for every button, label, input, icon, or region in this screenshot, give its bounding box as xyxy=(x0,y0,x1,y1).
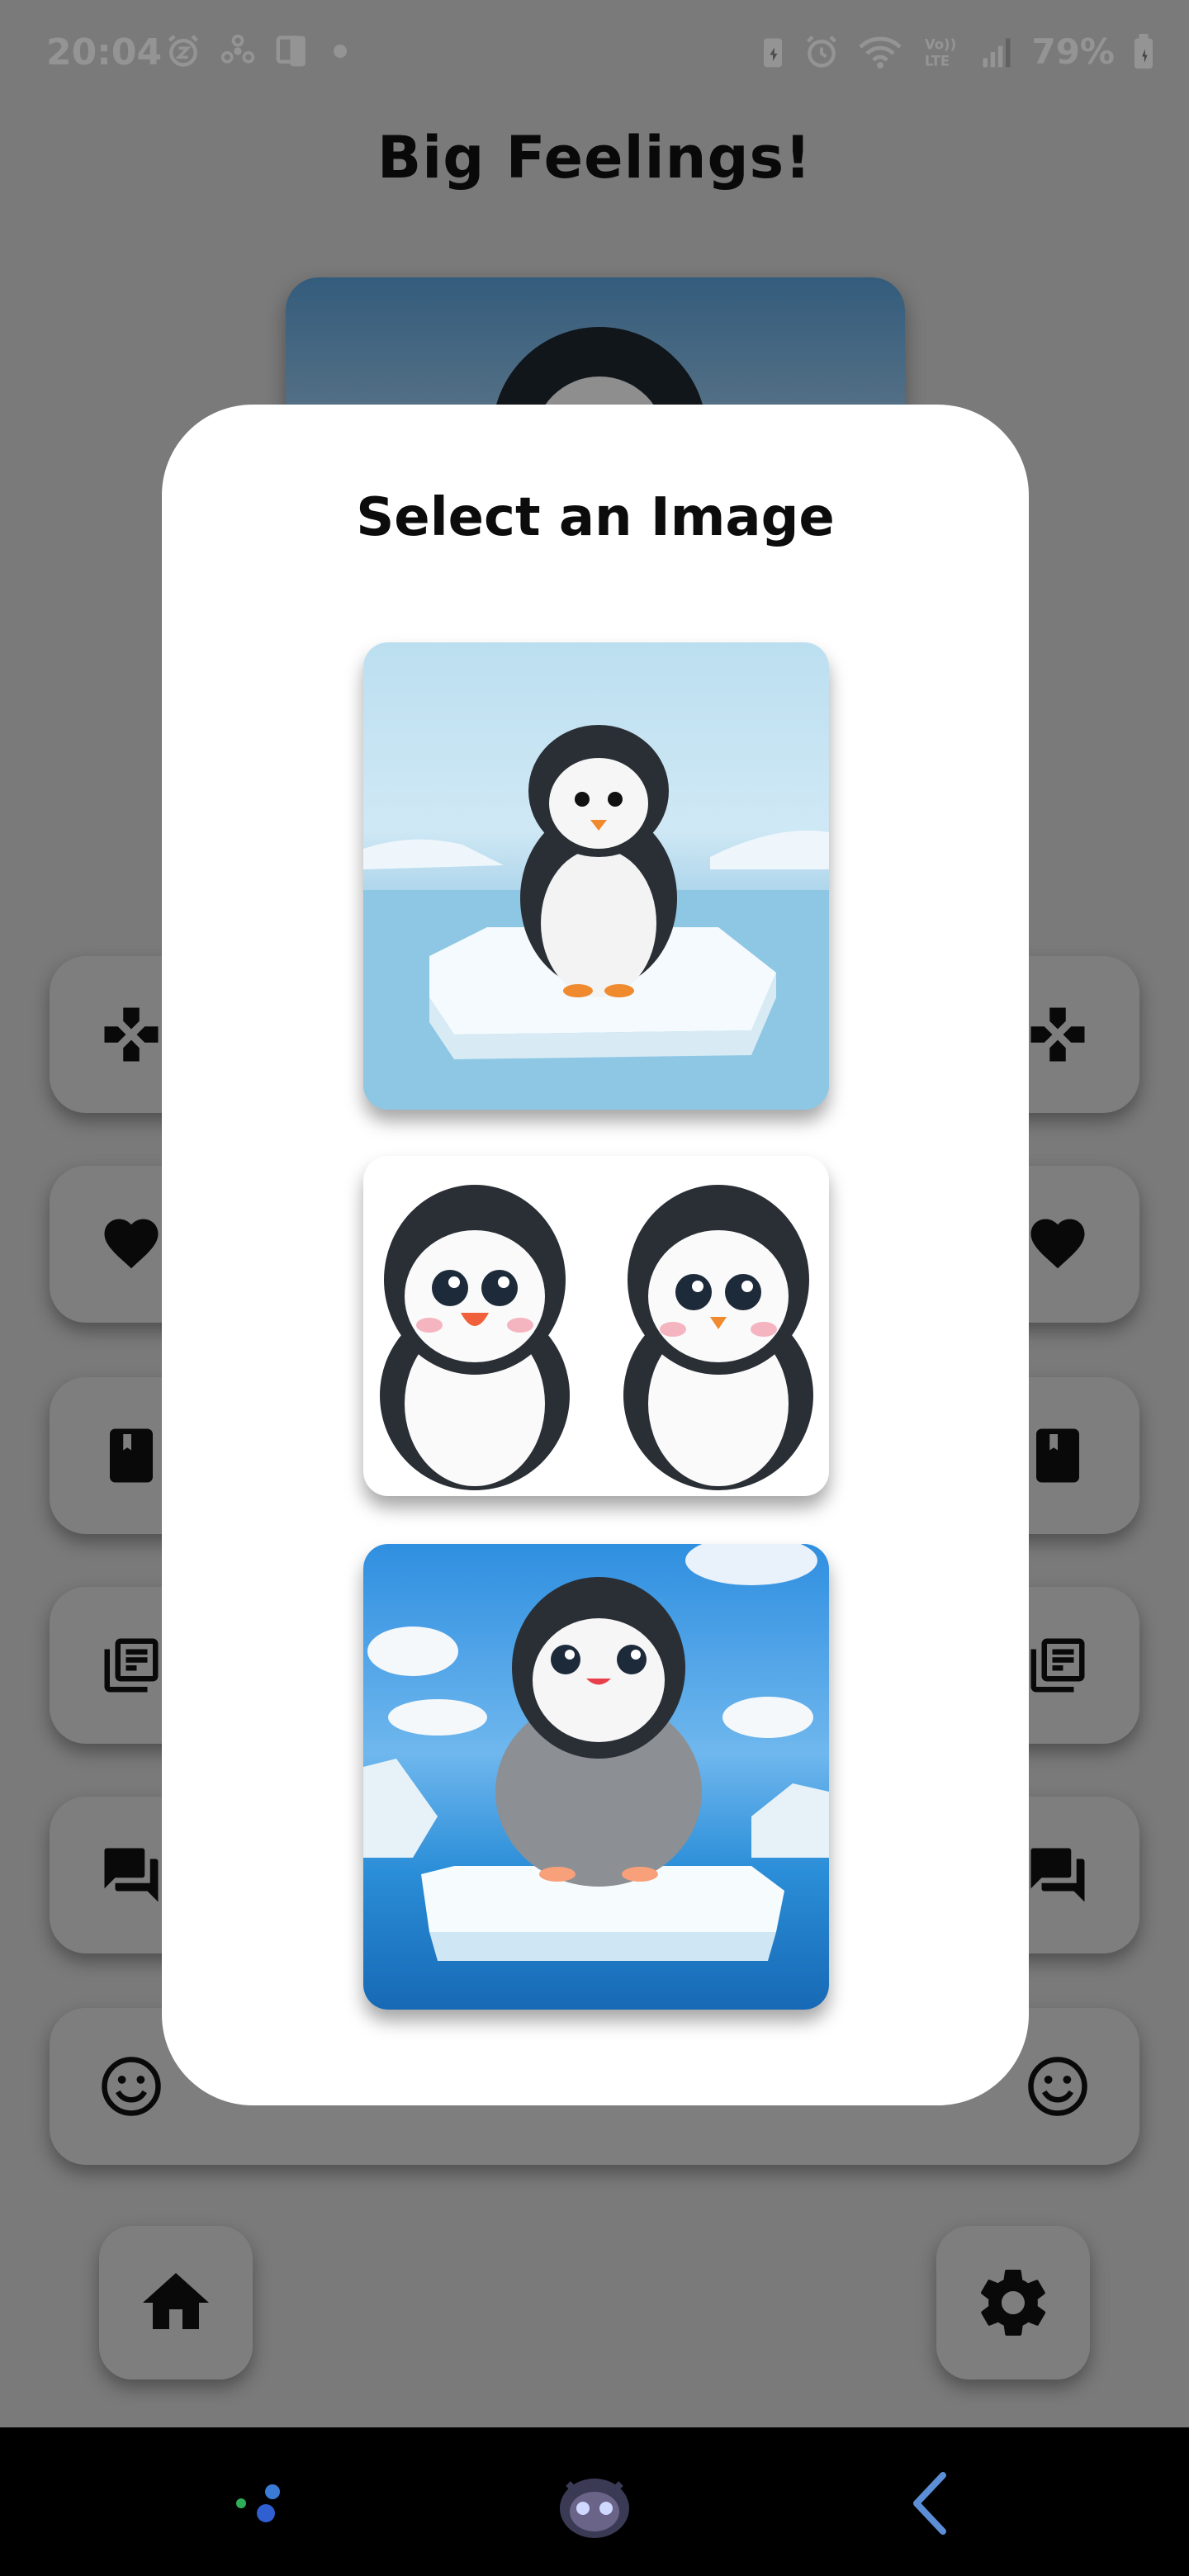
dialog-title: Select an Image xyxy=(356,487,835,548)
image-option-2[interactable] xyxy=(363,1156,829,1496)
home-assistant-icon[interactable] xyxy=(553,2460,636,2543)
recents-icon[interactable] xyxy=(223,2460,306,2543)
penguin-pair-image xyxy=(380,1185,813,1490)
penguin-image xyxy=(363,725,829,1110)
system-nav-bar xyxy=(0,2427,1189,2576)
penguin-sky-image xyxy=(363,1544,829,1961)
back-icon[interactable] xyxy=(892,2460,974,2543)
image-option-1[interactable] xyxy=(363,642,829,1110)
image-picker-dialog: Select an Image xyxy=(162,405,1029,2105)
image-option-3[interactable] xyxy=(363,1544,829,2010)
